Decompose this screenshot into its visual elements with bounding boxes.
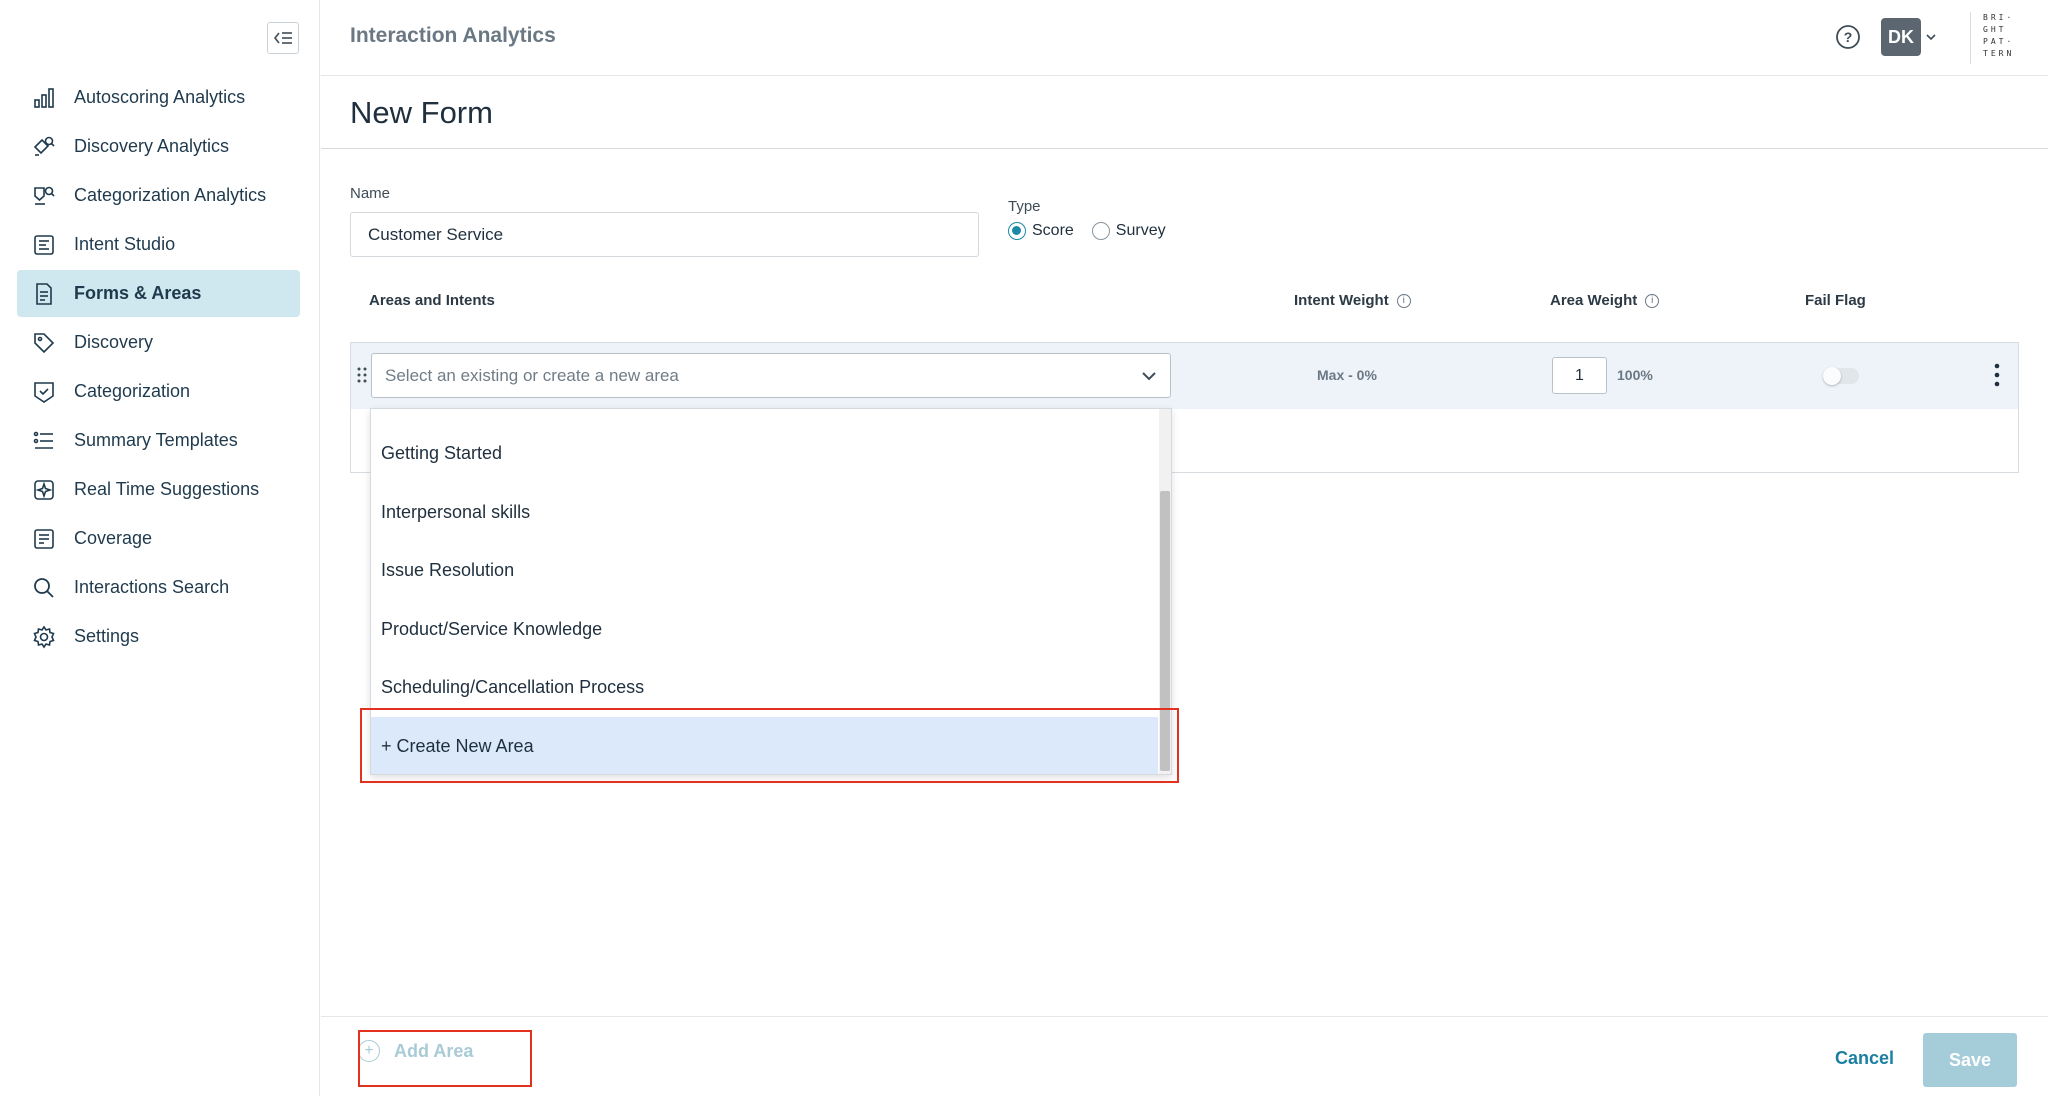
page-title: New Form — [350, 95, 493, 130]
help-icon[interactable]: ? — [1833, 22, 1863, 52]
sparkle-icon — [30, 476, 58, 504]
discovery-analytics-icon — [30, 133, 58, 161]
top-header: Interaction Analytics ? DK BRI· GHT PAT·… — [321, 0, 2048, 76]
sidebar-item-label: Intent Studio — [74, 234, 176, 254]
dropdown-option[interactable]: Interpersonal skills — [371, 483, 1158, 541]
sidebar-item-label: Summary Templates — [74, 430, 238, 450]
page-title-bar: New Form — [321, 77, 2048, 149]
info-icon[interactable]: i — [1645, 293, 1660, 308]
sidebar-item-label: Categorization Analytics — [74, 185, 267, 205]
save-button[interactable]: Save — [1923, 1033, 2017, 1087]
collapse-sidebar-button[interactable] — [267, 22, 299, 54]
type-radio-group: Score Survey — [1008, 222, 1184, 240]
sidebar-item-real-time-suggestions[interactable]: Real Time Suggestions — [17, 466, 300, 513]
avatar[interactable]: DK — [1881, 18, 1921, 56]
sidebar-item-interactions-search[interactable]: Interactions Search — [17, 564, 300, 611]
brand-logo: BRI· GHT PAT· TERN — [1970, 12, 2011, 64]
list-icon — [30, 427, 58, 455]
gear-icon — [30, 623, 58, 651]
highlight-add-area — [358, 1030, 532, 1087]
footer-bar: + Add Area Cancel Save — [321, 1016, 2048, 1096]
sidebar-item-label: Discovery — [74, 332, 154, 352]
chevron-down-icon[interactable] — [1926, 28, 1936, 46]
highlight-create-new-area — [360, 708, 1179, 783]
sidebar-item-autoscoring-analytics[interactable]: Autoscoring Analytics — [17, 74, 300, 121]
dropdown-option[interactable]: Getting Started — [371, 424, 1158, 482]
dropdown-option[interactable]: Product/Service Knowledge — [371, 600, 1158, 658]
type-radio-score-label[interactable]: Score — [1032, 222, 1074, 240]
chevron-down-icon — [1140, 367, 1158, 390]
col-areas-intents: Areas and Intents — [369, 292, 495, 309]
sidebar-item-summary-templates[interactable]: Summary Templates — [17, 417, 300, 464]
area-select[interactable]: Select an existing or create a new area — [371, 353, 1171, 398]
more-options-icon[interactable] — [1994, 363, 2000, 392]
sidebar-item-discovery-analytics[interactable]: Discovery Analytics — [17, 123, 300, 170]
search-icon — [30, 574, 58, 602]
sidebar: Autoscoring Analytics Discovery Analytic… — [0, 0, 320, 1096]
sidebar-item-label: Categorization — [74, 381, 191, 401]
tag-icon — [30, 329, 58, 357]
app-title: Interaction Analytics — [350, 24, 556, 47]
info-icon[interactable]: i — [1396, 293, 1411, 308]
categorization-icon — [30, 378, 58, 406]
categorization-analytics-icon — [30, 182, 58, 210]
type-radio-score[interactable] — [1008, 222, 1026, 240]
area-select-placeholder: Select an existing or create a new area — [385, 365, 679, 385]
type-radio-survey[interactable] — [1091, 222, 1110, 240]
name-input[interactable] — [350, 212, 979, 257]
fail-flag-toggle[interactable] — [1823, 367, 1859, 385]
type-label: Type — [1008, 198, 1041, 215]
col-intent-weight: Intent Weight i — [1294, 292, 1411, 309]
col-area-weight: Area Weight i — [1550, 292, 1660, 309]
type-radio-survey-label[interactable]: Survey — [1116, 222, 1166, 240]
sidebar-item-categorization[interactable]: Categorization — [17, 368, 300, 415]
sidebar-item-categorization-analytics[interactable]: Categorization Analytics — [17, 172, 300, 219]
sidebar-item-coverage[interactable]: Coverage — [17, 515, 300, 562]
name-label: Name — [350, 185, 391, 202]
sidebar-item-label: Settings — [74, 626, 140, 646]
drag-handle-icon[interactable] — [357, 367, 367, 388]
sidebar-item-forms-areas[interactable]: Forms & Areas — [17, 270, 300, 317]
cancel-button[interactable]: Cancel — [1835, 1048, 1894, 1069]
sidebar-item-label: Real Time Suggestions — [74, 479, 260, 499]
coverage-icon — [30, 525, 58, 553]
sidebar-item-label: Forms & Areas — [74, 283, 202, 303]
sidebar-item-discovery[interactable]: Discovery — [17, 319, 300, 366]
sidebar-item-label: Interactions Search — [74, 577, 230, 597]
table-row: Select an existing or create a new area … — [351, 343, 2018, 409]
sidebar-item-label: Autoscoring Analytics — [74, 87, 246, 107]
area-weight-percent: 100% — [1617, 367, 1653, 383]
col-fail-flag: Fail Flag — [1805, 292, 1866, 309]
sidebar-item-settings[interactable]: Settings — [17, 613, 300, 660]
intent-studio-icon — [30, 231, 58, 259]
dropdown-option[interactable]: Issue Resolution — [371, 541, 1158, 599]
intent-weight-value: Max - 0% — [1317, 367, 1377, 383]
sidebar-item-label: Coverage — [74, 528, 153, 548]
document-icon — [30, 280, 58, 308]
sidebar-item-label: Discovery Analytics — [74, 136, 230, 156]
svg-text:?: ? — [1844, 29, 1853, 45]
bar-chart-icon — [30, 84, 58, 112]
sidebar-nav: Autoscoring Analytics Discovery Analytic… — [17, 74, 300, 662]
collapse-sidebar-icon — [273, 32, 292, 44]
area-weight-input[interactable]: 1 — [1552, 357, 1607, 394]
sidebar-item-intent-studio[interactable]: Intent Studio — [17, 221, 300, 268]
